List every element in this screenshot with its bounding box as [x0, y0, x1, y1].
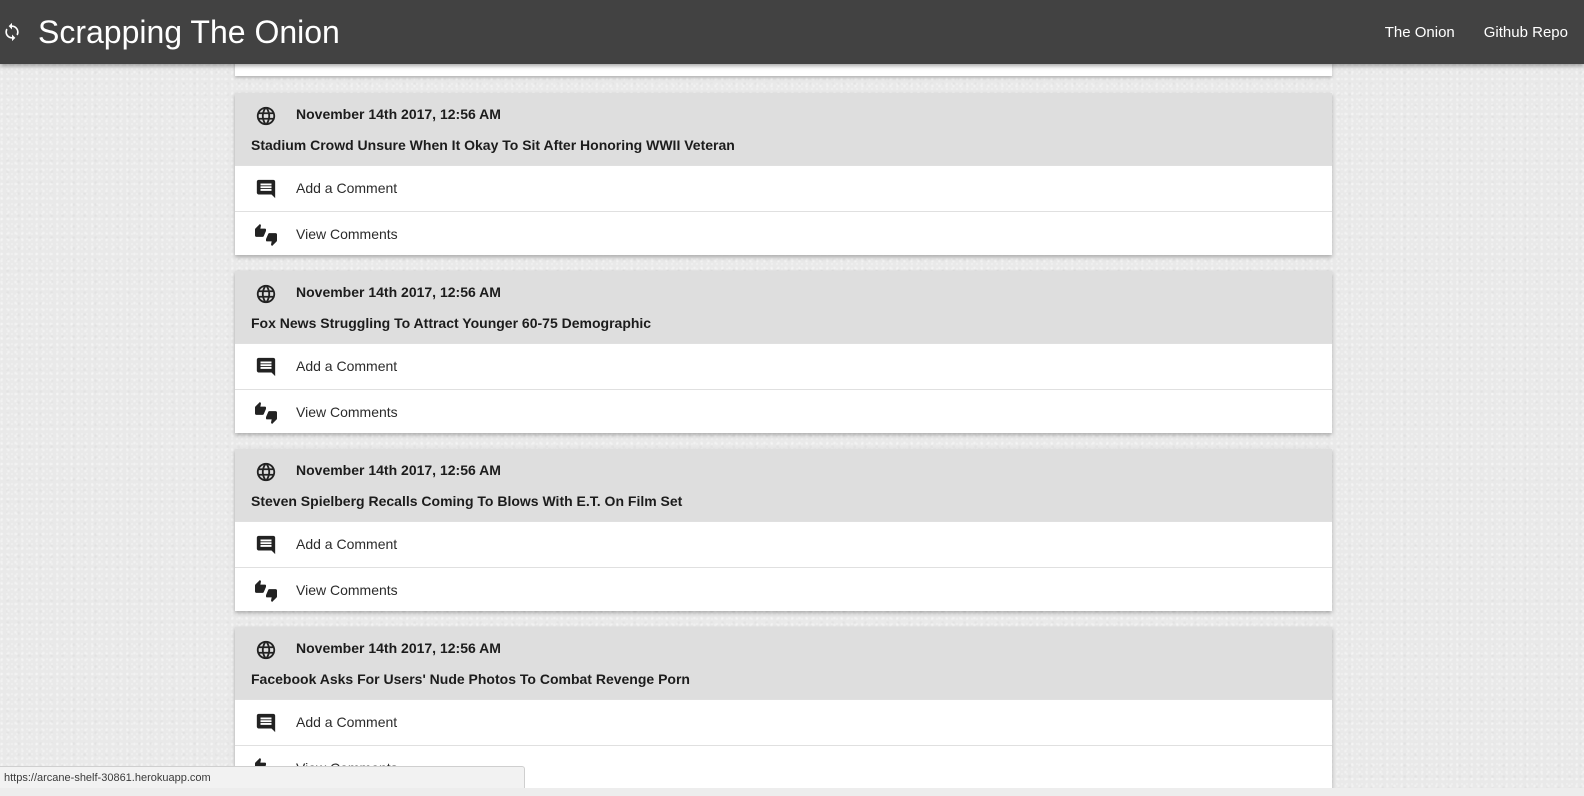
thumbs-icon [255, 580, 277, 602]
add-comment-label: Add a Comment [296, 358, 398, 374]
view-comments-button[interactable]: View Comments [235, 389, 1332, 435]
article-card: November 14th 2017, 12:56 AM Facebook As… [235, 627, 1332, 789]
card-header: November 14th 2017, 12:56 AM Steven Spie… [235, 449, 1332, 521]
article-title[interactable]: Facebook Asks For Users' Nude Photos To … [251, 671, 690, 687]
article-date: November 14th 2017, 12:56 AM [296, 284, 501, 300]
article-card: November 14th 2017, 12:56 AM Steven Spie… [235, 449, 1332, 611]
globe-icon [256, 106, 276, 126]
comment-icon [256, 713, 276, 733]
comment-icon [256, 535, 276, 555]
bottom-strip [0, 788, 1584, 796]
nav-links: The Onion Github Repo [1356, 0, 1568, 64]
article-title[interactable]: Fox News Struggling To Attract Younger 6… [251, 315, 651, 331]
add-comment-button[interactable]: Add a Comment [235, 165, 1332, 211]
article-card: November 14th 2017, 12:56 AM Fox News St… [235, 271, 1332, 433]
article-date: November 14th 2017, 12:56 AM [296, 640, 501, 656]
article-date: November 14th 2017, 12:56 AM [296, 462, 501, 478]
add-comment-label: Add a Comment [296, 180, 398, 196]
add-comment-label: Add a Comment [296, 714, 398, 730]
sync-icon[interactable] [2, 22, 22, 42]
card-header: November 14th 2017, 12:56 AM Facebook As… [235, 627, 1332, 699]
add-comment-button[interactable]: Add a Comment [235, 343, 1332, 389]
view-comments-button[interactable]: View Comments [235, 567, 1332, 613]
comment-icon [256, 357, 276, 377]
view-comments-label: View Comments [296, 404, 398, 420]
status-bar-url: https://arcane-shelf-30861.herokuapp.com [0, 766, 525, 788]
article-title[interactable]: Steven Spielberg Recalls Coming To Blows… [251, 493, 682, 509]
add-comment-button[interactable]: Add a Comment [235, 521, 1332, 567]
view-comments-label: View Comments [296, 226, 398, 242]
add-comment-label: Add a Comment [296, 536, 398, 552]
article-date: November 14th 2017, 12:56 AM [296, 106, 501, 122]
thumbs-icon [255, 402, 277, 424]
article-title[interactable]: Stadium Crowd Unsure When It Okay To Sit… [251, 137, 735, 153]
globe-icon [256, 284, 276, 304]
brand-title[interactable]: Scrapping The Onion [38, 12, 340, 52]
add-comment-button[interactable]: Add a Comment [235, 699, 1332, 745]
thumbs-icon [255, 224, 277, 246]
comment-icon [256, 179, 276, 199]
navbar: Scrapping The Onion The Onion Github Rep… [0, 0, 1584, 64]
article-card: November 14th 2017, 12:56 AM Stadium Cro… [235, 93, 1332, 255]
nav-link-github-repo[interactable]: Github Repo [1484, 24, 1568, 41]
view-comments-label: View Comments [296, 582, 398, 598]
view-comments-button[interactable]: View Comments [235, 211, 1332, 257]
card-header: November 14th 2017, 12:56 AM Fox News St… [235, 271, 1332, 343]
nav-link-the-onion[interactable]: The Onion [1385, 24, 1455, 41]
card-header: November 14th 2017, 12:56 AM Stadium Cro… [235, 93, 1332, 165]
globe-icon [256, 462, 276, 482]
globe-icon [256, 640, 276, 660]
